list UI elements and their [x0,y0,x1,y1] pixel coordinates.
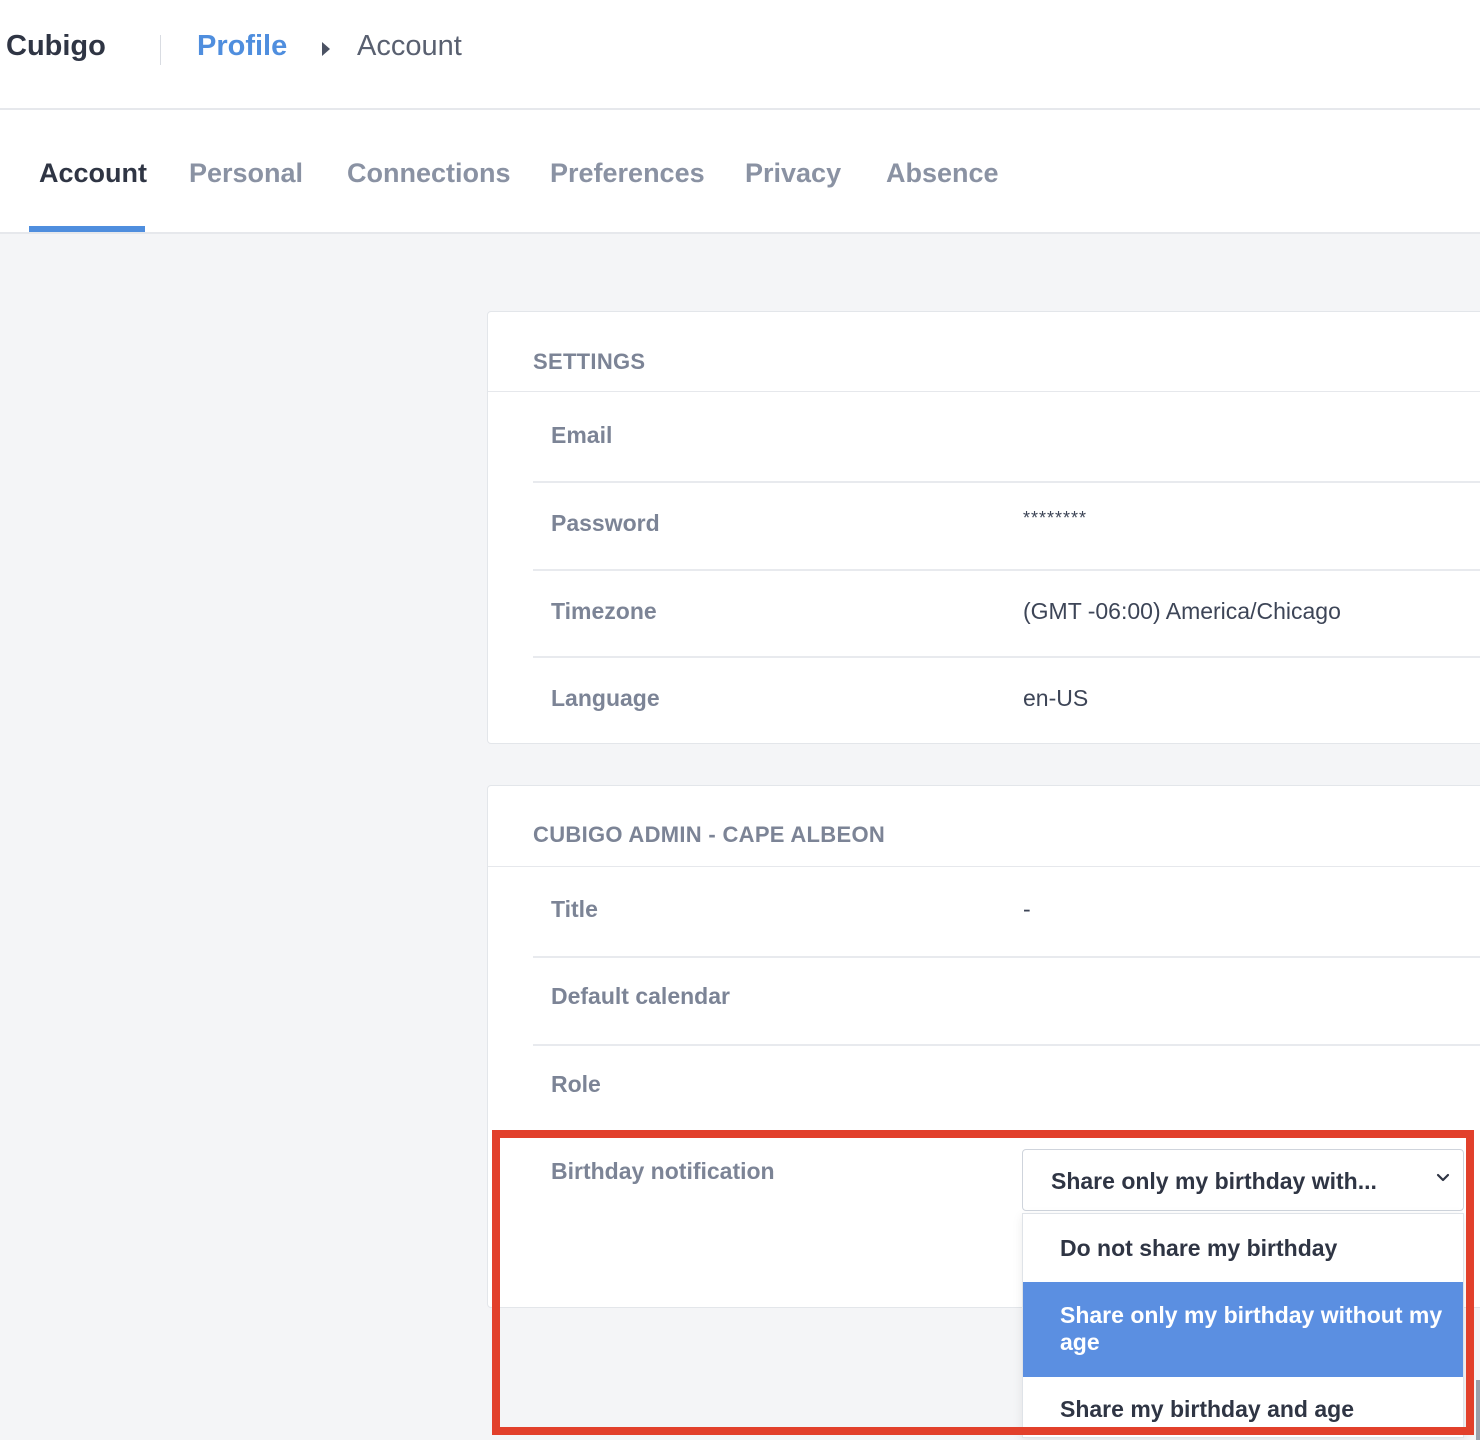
role-label: Role [551,1071,601,1097]
password-label: Password [551,510,660,536]
title-label: Title [551,896,598,922]
divider [533,481,1480,483]
tab-account[interactable]: Account [39,158,147,189]
language-label: Language [551,685,660,711]
divider [533,1044,1480,1046]
option-share-birthday-and-age[interactable]: Share my birthday and age [1023,1377,1463,1437]
divider [533,569,1480,571]
option-do-not-share[interactable]: Do not share my birthday [1023,1214,1463,1282]
tab-preferences[interactable]: Preferences [550,158,705,189]
chevron-down-icon [1436,1173,1450,1182]
birthday-notification-label: Birthday notification [551,1158,775,1184]
tab-absence[interactable]: Absence [886,158,999,189]
default-calendar-label: Default calendar [551,983,730,1009]
divider [488,391,1480,392]
timezone-value[interactable]: (GMT -06:00) America/Chicago [1023,598,1341,625]
email-label: Email [551,422,613,448]
tab-personal[interactable]: Personal [189,158,303,189]
divider [533,656,1480,658]
breadcrumb-current: Account [357,30,462,62]
timezone-label: Timezone [551,598,657,624]
active-tab-indicator [29,226,145,232]
birthday-options-menu: Do not share my birthday Share only my b… [1022,1213,1464,1438]
title-value[interactable]: - [1023,896,1031,923]
settings-card: SETTINGS Email Password ******** Timezon… [487,311,1480,744]
scrollbar-edge [1476,1380,1480,1440]
brand-logo[interactable]: Cubigo [6,30,106,63]
tab-privacy[interactable]: Privacy [745,158,841,189]
divider [533,956,1480,958]
birthday-notification-select[interactable]: Share only my birthday with... [1022,1149,1464,1211]
breadcrumb-profile-link[interactable]: Profile [197,30,287,63]
profile-tabs: Account Personal Connections Preferences… [0,110,1480,234]
header-divider [160,35,161,65]
organization-heading: CUBIGO ADMIN - CAPE ALBEON [533,822,886,847]
language-value[interactable]: en-US [1023,685,1088,712]
divider [488,866,1480,867]
option-share-birthday-only[interactable]: Share only my birthday without my age [1023,1282,1463,1377]
top-bar: Cubigo Profile Account [0,0,1480,110]
caret-right-icon [322,42,330,56]
tab-connections[interactable]: Connections [347,158,511,189]
password-value[interactable]: ******** [1023,508,1087,529]
select-current-value: Share only my birthday with... [1051,1168,1377,1194]
settings-heading: SETTINGS [533,349,646,374]
